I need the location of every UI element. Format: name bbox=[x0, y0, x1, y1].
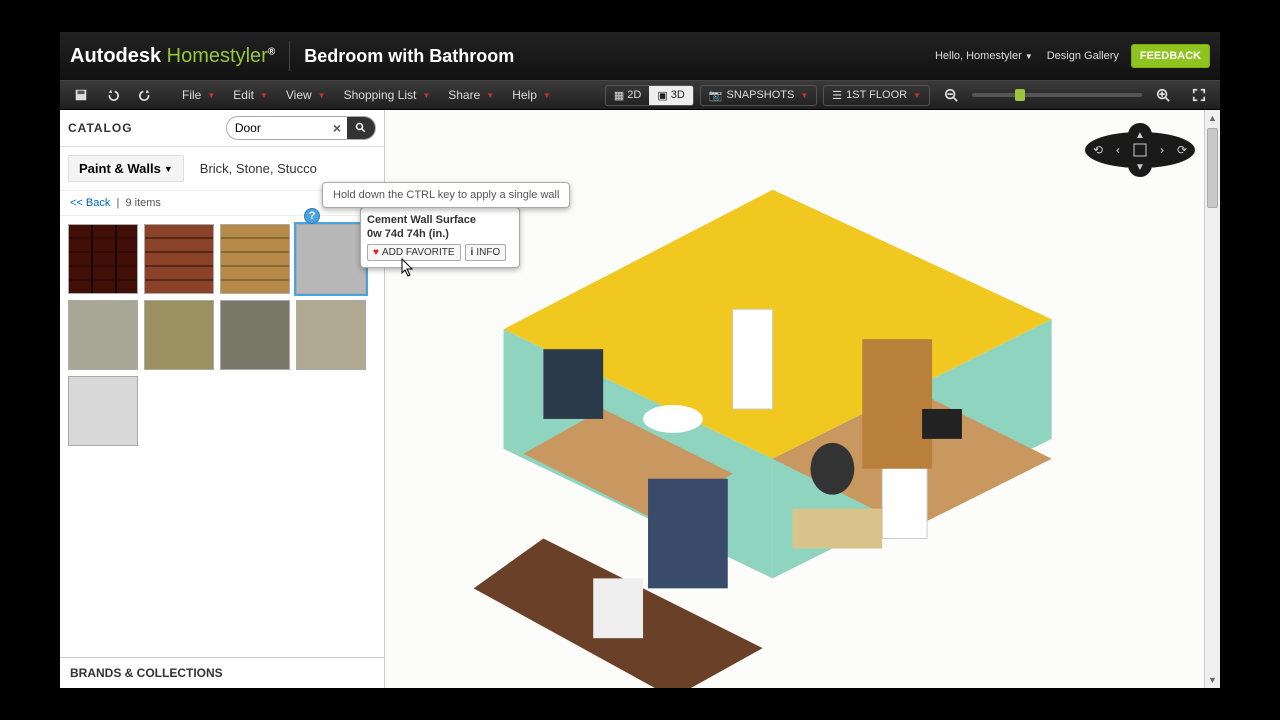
zoom-in-button[interactable] bbox=[1148, 84, 1178, 106]
menu-share[interactable]: Share▼ bbox=[440, 84, 502, 106]
catalog-title: CATALOG bbox=[68, 121, 133, 135]
brands-section[interactable]: BRANDS & COLLECTIONS bbox=[60, 657, 384, 688]
feedback-button[interactable]: FEEDBACK bbox=[1131, 44, 1210, 68]
hint-text: Hold down the CTRL key to apply a single… bbox=[323, 183, 569, 207]
swatch-stone-1[interactable] bbox=[68, 300, 138, 370]
svg-text:▼: ▼ bbox=[1135, 162, 1145, 173]
design-gallery-link[interactable]: Design Gallery bbox=[1047, 50, 1119, 62]
search-clear-button[interactable]: × bbox=[327, 120, 347, 136]
snapshots-button[interactable]: 📷SNAPSHOTS▼ bbox=[700, 85, 817, 106]
header-divider bbox=[289, 41, 290, 71]
brand-autodesk: Autodesk bbox=[70, 45, 161, 67]
cursor-icon bbox=[398, 257, 416, 284]
grid-icon: ▦ bbox=[614, 89, 624, 102]
scroll-thumb[interactable] bbox=[1207, 128, 1218, 208]
info-button[interactable]: iINFO bbox=[465, 244, 507, 261]
brand-logo: Autodesk Homestyler® bbox=[70, 45, 275, 68]
svg-text:‹: ‹ bbox=[1116, 143, 1120, 157]
breadcrumb-current: Brick, Stone, Stucco bbox=[200, 161, 317, 176]
undo-button[interactable] bbox=[98, 84, 128, 106]
back-link[interactable]: << Back bbox=[70, 197, 110, 209]
view-2d-button[interactable]: ▦2D bbox=[606, 86, 649, 105]
app-window: Autodesk Homestyler® Bedroom with Bathro… bbox=[60, 32, 1220, 688]
help-icon[interactable]: ? bbox=[304, 208, 320, 224]
header-bar: Autodesk Homestyler® Bedroom with Bathro… bbox=[60, 32, 1220, 80]
material-popover: Cement Wall Surface 0w 74d 74h (in.) ♥AD… bbox=[360, 207, 520, 268]
user-menu[interactable]: Hello, Homestyler ▼ bbox=[935, 50, 1033, 62]
menu-shopping[interactable]: Shopping List▼ bbox=[336, 84, 439, 106]
fullscreen-button[interactable] bbox=[1184, 84, 1214, 106]
search-box: × bbox=[226, 116, 376, 140]
zoom-out-button[interactable] bbox=[936, 84, 966, 106]
scroll-up-button[interactable]: ▲ bbox=[1205, 110, 1220, 126]
save-button[interactable] bbox=[66, 84, 96, 106]
main-body: CATALOG × Paint & Walls▼ Brick, Stone, S… bbox=[60, 110, 1220, 688]
brand-homestyler: Homestyler bbox=[161, 45, 268, 67]
zoom-slider[interactable] bbox=[972, 93, 1142, 97]
catalog-header: CATALOG × bbox=[60, 110, 384, 147]
scroll-down-button[interactable]: ▼ bbox=[1205, 672, 1220, 688]
swatch-stone-2[interactable] bbox=[144, 300, 214, 370]
svg-text:›: › bbox=[1160, 143, 1164, 157]
view-3d-button[interactable]: ▣3D bbox=[649, 86, 692, 105]
hint-tooltip: Hold down the CTRL key to apply a single… bbox=[322, 182, 570, 208]
zoom-controls bbox=[936, 84, 1214, 106]
floor-selector[interactable]: ☰1ST FLOOR▼ bbox=[823, 85, 930, 106]
view-toggle: ▦2D ▣3D bbox=[605, 85, 694, 106]
swatch-brick-red[interactable] bbox=[68, 224, 138, 294]
toolbar: File▼ Edit▼ View▼ Shopping List▼ Share▼ … bbox=[60, 80, 1220, 110]
info-icon: i bbox=[471, 247, 474, 258]
breadcrumb-root[interactable]: Paint & Walls▼ bbox=[68, 155, 184, 182]
layers-icon: ☰ bbox=[832, 89, 842, 102]
registered-mark: ® bbox=[268, 46, 275, 57]
item-count: 9 items bbox=[125, 197, 160, 209]
search-input[interactable] bbox=[227, 121, 327, 135]
orbit-control[interactable]: ▲ ▼ ⟲ ‹ › ⟳ bbox=[1080, 120, 1200, 180]
popover-title: Cement Wall Surface bbox=[367, 214, 513, 226]
swatch-cement[interactable] bbox=[296, 224, 366, 294]
svg-text:▲: ▲ bbox=[1135, 130, 1145, 141]
popover-dimensions: 0w 74d 74h (in.) bbox=[367, 228, 513, 240]
menu-view[interactable]: View▼ bbox=[278, 84, 334, 106]
swatch-stucco-white[interactable] bbox=[68, 376, 138, 446]
cube-icon: ▣ bbox=[657, 89, 667, 102]
vertical-scrollbar[interactable]: ▲ ▼ bbox=[1204, 110, 1220, 688]
menu-file[interactable]: File▼ bbox=[174, 84, 223, 106]
search-button[interactable] bbox=[347, 116, 375, 140]
svg-text:⟳: ⟳ bbox=[1177, 143, 1187, 157]
menu-edit[interactable]: Edit▼ bbox=[225, 84, 276, 106]
redo-button[interactable] bbox=[130, 84, 160, 106]
swatch-stone-3[interactable] bbox=[220, 300, 290, 370]
camera-icon: 📷 bbox=[709, 89, 723, 102]
heart-icon: ♥ bbox=[373, 247, 379, 258]
swatch-stone-4[interactable] bbox=[296, 300, 366, 370]
zoom-thumb[interactable] bbox=[1015, 89, 1025, 101]
project-title: Bedroom with Bathroom bbox=[304, 46, 514, 67]
swatch-brick-dark[interactable] bbox=[144, 224, 214, 294]
menu-help[interactable]: Help▼ bbox=[504, 84, 559, 106]
swatch-brick-tan[interactable] bbox=[220, 224, 290, 294]
svg-text:⟲: ⟲ bbox=[1093, 143, 1103, 157]
material-grid bbox=[60, 216, 384, 454]
